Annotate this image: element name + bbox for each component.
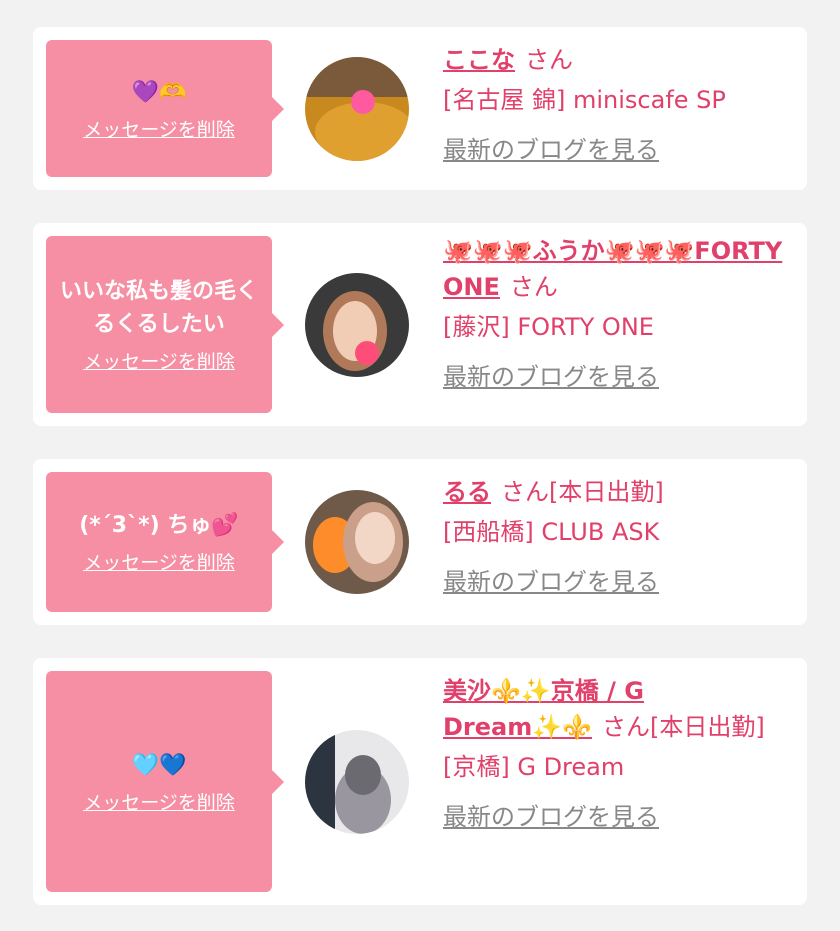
message-card: 🩵💙 メッセージを削除 美沙⚜️✨京橋 / G Dream✨⚜️ さん[本日出勤]… bbox=[33, 658, 807, 905]
shop-name: [藤沢] FORTY ONE bbox=[443, 313, 654, 341]
member-name-link[interactable]: るる bbox=[443, 478, 491, 506]
member-name-link[interactable]: ここな bbox=[443, 46, 515, 74]
delete-message-link[interactable]: メッセージを削除 bbox=[83, 115, 235, 142]
member-info: るる さん[本日出勤] [西船橋] CLUB ASK 最新のブログを見る bbox=[443, 474, 783, 600]
latest-blog-link[interactable]: 最新のブログを見る bbox=[443, 564, 783, 600]
message-text: 💜🫶 bbox=[131, 79, 187, 105]
message-text: いいな私も髪の毛くるくるしたい bbox=[59, 279, 258, 337]
delete-message-link[interactable]: メッセージを削除 bbox=[83, 347, 235, 374]
message-text: (*´3`*) ちゅ💕 bbox=[79, 513, 239, 538]
honorific: さん bbox=[509, 273, 558, 301]
honorific: さん bbox=[602, 713, 651, 741]
message-bubble: いいな私も髪の毛くるくるしたい メッセージを削除 bbox=[46, 236, 284, 413]
honorific: さん bbox=[501, 478, 549, 506]
attendance-status: [本日出勤] bbox=[650, 713, 765, 741]
member-name-link[interactable]: 🐙🐙🐙ふうか🐙🐙🐙FORTY ONE bbox=[443, 237, 782, 301]
honorific: さん bbox=[525, 46, 573, 74]
message-bubble: (*´3`*) ちゅ💕 メッセージを削除 bbox=[46, 472, 284, 612]
avatar[interactable] bbox=[305, 273, 409, 377]
message-text: 🩵💙 bbox=[131, 752, 187, 778]
delete-message-link[interactable]: メッセージを削除 bbox=[83, 548, 235, 575]
latest-blog-link[interactable]: 最新のブログを見る bbox=[443, 132, 783, 168]
latest-blog-link[interactable]: 最新のブログを見る bbox=[443, 359, 783, 395]
avatar[interactable] bbox=[305, 57, 409, 161]
member-info: ここな さん [名古屋 錦] miniscafe SP 最新のブログを見る bbox=[443, 42, 783, 168]
message-card: (*´3`*) ちゅ💕 メッセージを削除 るる さん[本日出勤] [西船橋] CL… bbox=[33, 459, 807, 625]
shop-name: [京橋] G Dream bbox=[443, 753, 625, 781]
member-info: 美沙⚜️✨京橋 / G Dream✨⚜️ さん[本日出勤] [京橋] G Drea… bbox=[443, 673, 783, 835]
message-bubble: 💜🫶 メッセージを削除 bbox=[46, 40, 284, 177]
delete-message-link[interactable]: メッセージを削除 bbox=[83, 788, 235, 815]
attendance-status: [本日出勤] bbox=[549, 478, 664, 506]
avatar[interactable] bbox=[305, 490, 409, 594]
message-card: いいな私も髪の毛くるくるしたい メッセージを削除 🐙🐙🐙ふうか🐙🐙🐙FORTY … bbox=[33, 223, 807, 426]
member-info: 🐙🐙🐙ふうか🐙🐙🐙FORTY ONE さん [藤沢] FORTY ONE 最新のブ… bbox=[443, 233, 783, 395]
shop-name: [名古屋 錦] miniscafe SP bbox=[443, 86, 726, 114]
avatar[interactable] bbox=[305, 730, 409, 834]
message-card: 💜🫶 メッセージを削除 ここな さん [名古屋 錦] miniscafe SP 最… bbox=[33, 27, 807, 190]
latest-blog-link[interactable]: 最新のブログを見る bbox=[443, 799, 783, 835]
message-bubble: 🩵💙 メッセージを削除 bbox=[46, 671, 284, 892]
shop-name: [西船橋] CLUB ASK bbox=[443, 518, 660, 546]
